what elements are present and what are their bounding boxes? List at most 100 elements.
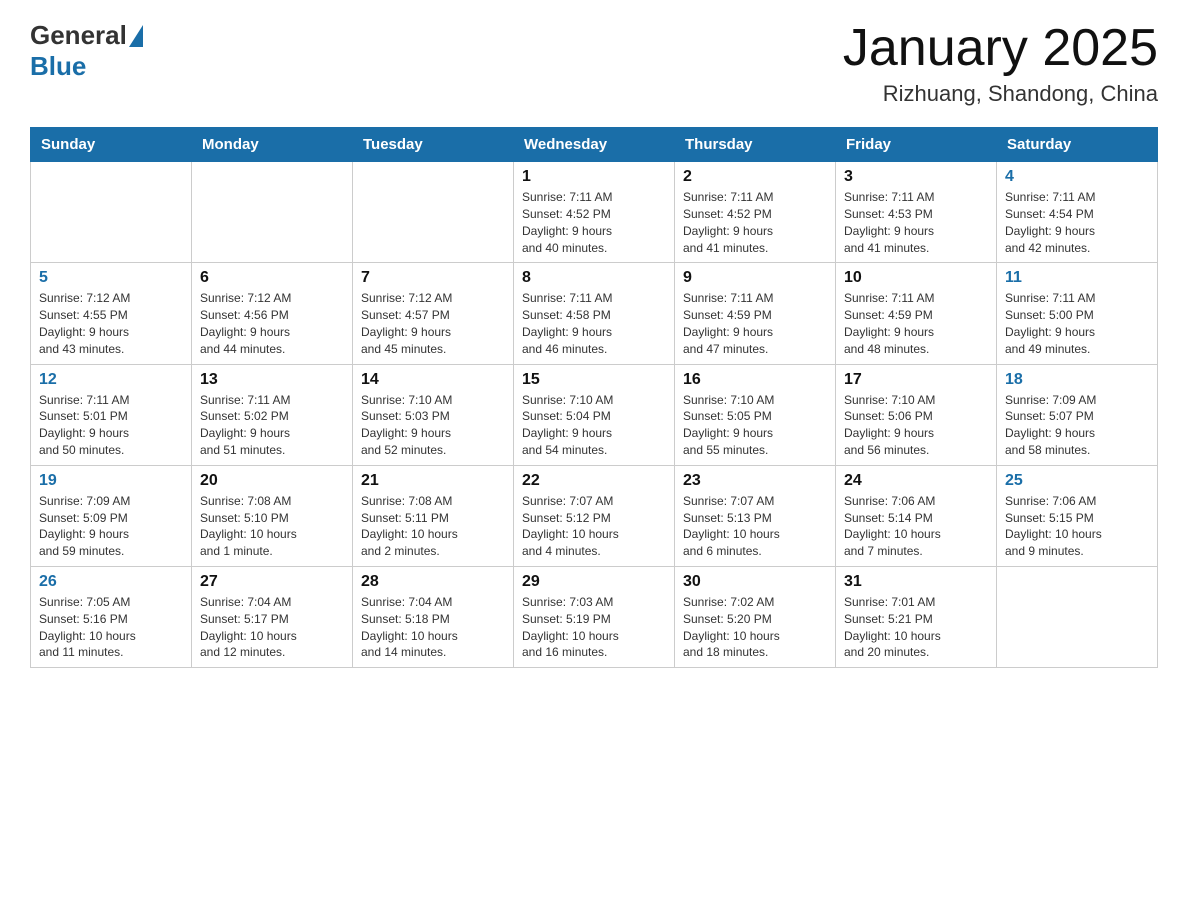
day-number: 11 [1005, 269, 1149, 287]
calendar-cell: 18Sunrise: 7:09 AM Sunset: 5:07 PM Dayli… [997, 364, 1158, 465]
weekday-header-row: Sunday Monday Tuesday Wednesday Thursday… [31, 128, 1158, 162]
calendar-title: January 2025 [843, 20, 1158, 77]
day-info: Sunrise: 7:10 AM Sunset: 5:04 PM Dayligh… [522, 392, 666, 459]
day-number: 21 [361, 472, 505, 490]
day-number: 31 [844, 573, 988, 591]
day-info: Sunrise: 7:11 AM Sunset: 5:02 PM Dayligh… [200, 392, 344, 459]
day-number: 6 [200, 269, 344, 287]
calendar-cell [353, 162, 514, 263]
header-sunday: Sunday [31, 128, 192, 162]
day-number: 1 [522, 168, 666, 186]
day-info: Sunrise: 7:11 AM Sunset: 4:58 PM Dayligh… [522, 290, 666, 357]
day-number: 9 [683, 269, 827, 287]
day-number: 5 [39, 269, 183, 287]
calendar-cell: 11 Sunrise: 7:11 AM Sunset: 5:00 PM Dayli… [997, 263, 1158, 364]
calendar-cell: 22Sunrise: 7:07 AM Sunset: 5:12 PM Dayli… [514, 465, 675, 566]
calendar-cell: 23Sunrise: 7:07 AM Sunset: 5:13 PM Dayli… [675, 465, 836, 566]
logo-blue-text: Blue [30, 51, 86, 82]
day-info: Sunrise: 7:05 AM Sunset: 5:16 PM Dayligh… [39, 594, 183, 661]
header-tuesday: Tuesday [353, 128, 514, 162]
calendar-cell [31, 162, 192, 263]
day-info: Sunrise: 7:11 AM Sunset: 5:00 PM Dayligh… [1005, 290, 1149, 357]
day-number: 30 [683, 573, 827, 591]
day-info: Sunrise: 7:11 AM Sunset: 4:54 PM Dayligh… [1005, 189, 1149, 256]
day-number: 17 [844, 371, 988, 389]
day-info: Sunrise: 7:04 AM Sunset: 5:17 PM Dayligh… [200, 594, 344, 661]
logo-general-text: General [30, 20, 127, 51]
calendar-cell: 8 Sunrise: 7:11 AM Sunset: 4:58 PM Daylig… [514, 263, 675, 364]
calendar-cell: 12Sunrise: 7:11 AM Sunset: 5:01 PM Dayli… [31, 364, 192, 465]
calendar-cell: 21 Sunrise: 7:08 AM Sunset: 5:11 PM Dayli… [353, 465, 514, 566]
calendar-cell: 15 Sunrise: 7:10 AM Sunset: 5:04 PM Dayli… [514, 364, 675, 465]
calendar-cell: 9 Sunrise: 7:11 AM Sunset: 4:59 PM Daylig… [675, 263, 836, 364]
day-number: 19 [39, 472, 183, 490]
day-info: Sunrise: 7:10 AM Sunset: 5:03 PM Dayligh… [361, 392, 505, 459]
calendar-cell: 1 Sunrise: 7:11 AM Sunset: 4:52 PM Daylig… [514, 162, 675, 263]
day-info: Sunrise: 7:11 AM Sunset: 4:52 PM Dayligh… [522, 189, 666, 256]
calendar-week-row: 5 Sunrise: 7:12 AM Sunset: 4:55 PM Daylig… [31, 263, 1158, 364]
logo-triangle-icon [129, 25, 143, 47]
day-info: Sunrise: 7:03 AM Sunset: 5:19 PM Dayligh… [522, 594, 666, 661]
calendar-cell: 26 Sunrise: 7:05 AM Sunset: 5:16 PM Dayli… [31, 566, 192, 667]
day-number: 10 [844, 269, 988, 287]
day-number: 29 [522, 573, 666, 591]
day-info: Sunrise: 7:02 AM Sunset: 5:20 PM Dayligh… [683, 594, 827, 661]
calendar-cell: 6Sunrise: 7:12 AM Sunset: 4:56 PM Daylig… [192, 263, 353, 364]
day-number: 8 [522, 269, 666, 287]
calendar-cell: 25Sunrise: 7:06 AM Sunset: 5:15 PM Dayli… [997, 465, 1158, 566]
calendar-week-row: 1 Sunrise: 7:11 AM Sunset: 4:52 PM Daylig… [31, 162, 1158, 263]
day-number: 24 [844, 472, 988, 490]
calendar-cell: 4 Sunrise: 7:11 AM Sunset: 4:54 PM Daylig… [997, 162, 1158, 263]
day-info: Sunrise: 7:10 AM Sunset: 5:06 PM Dayligh… [844, 392, 988, 459]
header-monday: Monday [192, 128, 353, 162]
calendar-cell [192, 162, 353, 263]
calendar-week-row: 12Sunrise: 7:11 AM Sunset: 5:01 PM Dayli… [31, 364, 1158, 465]
day-info: Sunrise: 7:07 AM Sunset: 5:12 PM Dayligh… [522, 493, 666, 560]
logo: General Blue [30, 20, 143, 82]
day-number: 28 [361, 573, 505, 591]
day-info: Sunrise: 7:06 AM Sunset: 5:15 PM Dayligh… [1005, 493, 1149, 560]
calendar-cell: 20Sunrise: 7:08 AM Sunset: 5:10 PM Dayli… [192, 465, 353, 566]
day-info: Sunrise: 7:10 AM Sunset: 5:05 PM Dayligh… [683, 392, 827, 459]
day-number: 15 [522, 371, 666, 389]
day-number: 4 [1005, 168, 1149, 186]
day-info: Sunrise: 7:12 AM Sunset: 4:55 PM Dayligh… [39, 290, 183, 357]
calendar-cell: 29 Sunrise: 7:03 AM Sunset: 5:19 PM Dayli… [514, 566, 675, 667]
header-friday: Friday [836, 128, 997, 162]
day-info: Sunrise: 7:11 AM Sunset: 4:53 PM Dayligh… [844, 189, 988, 256]
day-info: Sunrise: 7:08 AM Sunset: 5:10 PM Dayligh… [200, 493, 344, 560]
day-info: Sunrise: 7:09 AM Sunset: 5:07 PM Dayligh… [1005, 392, 1149, 459]
calendar-cell: 17 Sunrise: 7:10 AM Sunset: 5:06 PM Dayli… [836, 364, 997, 465]
day-info: Sunrise: 7:09 AM Sunset: 5:09 PM Dayligh… [39, 493, 183, 560]
calendar-cell [997, 566, 1158, 667]
calendar-cell: 16 Sunrise: 7:10 AM Sunset: 5:05 PM Dayli… [675, 364, 836, 465]
calendar-cell: 2Sunrise: 7:11 AM Sunset: 4:52 PM Daylig… [675, 162, 836, 263]
day-info: Sunrise: 7:12 AM Sunset: 4:57 PM Dayligh… [361, 290, 505, 357]
calendar-cell: 19 Sunrise: 7:09 AM Sunset: 5:09 PM Dayli… [31, 465, 192, 566]
day-number: 16 [683, 371, 827, 389]
calendar-cell: 5 Sunrise: 7:12 AM Sunset: 4:55 PM Daylig… [31, 263, 192, 364]
calendar-cell: 24 Sunrise: 7:06 AM Sunset: 5:14 PM Dayli… [836, 465, 997, 566]
calendar-cell: 13Sunrise: 7:11 AM Sunset: 5:02 PM Dayli… [192, 364, 353, 465]
day-info: Sunrise: 7:08 AM Sunset: 5:11 PM Dayligh… [361, 493, 505, 560]
calendar-week-row: 19 Sunrise: 7:09 AM Sunset: 5:09 PM Dayli… [31, 465, 1158, 566]
title-area: January 2025 Rizhuang, Shandong, China [843, 20, 1158, 107]
calendar-cell: 31Sunrise: 7:01 AM Sunset: 5:21 PM Dayli… [836, 566, 997, 667]
calendar-cell: 3Sunrise: 7:11 AM Sunset: 4:53 PM Daylig… [836, 162, 997, 263]
day-number: 23 [683, 472, 827, 490]
day-number: 27 [200, 573, 344, 591]
calendar-cell: 10 Sunrise: 7:11 AM Sunset: 4:59 PM Dayli… [836, 263, 997, 364]
day-info: Sunrise: 7:04 AM Sunset: 5:18 PM Dayligh… [361, 594, 505, 661]
day-info: Sunrise: 7:11 AM Sunset: 5:01 PM Dayligh… [39, 392, 183, 459]
calendar-cell: 14Sunrise: 7:10 AM Sunset: 5:03 PM Dayli… [353, 364, 514, 465]
header-thursday: Thursday [675, 128, 836, 162]
day-info: Sunrise: 7:11 AM Sunset: 4:59 PM Dayligh… [683, 290, 827, 357]
calendar-cell: 27 Sunrise: 7:04 AM Sunset: 5:17 PM Dayli… [192, 566, 353, 667]
calendar-cell: 7Sunrise: 7:12 AM Sunset: 4:57 PM Daylig… [353, 263, 514, 364]
calendar-location: Rizhuang, Shandong, China [843, 81, 1158, 107]
day-number: 26 [39, 573, 183, 591]
day-info: Sunrise: 7:11 AM Sunset: 4:59 PM Dayligh… [844, 290, 988, 357]
day-info: Sunrise: 7:06 AM Sunset: 5:14 PM Dayligh… [844, 493, 988, 560]
page-header: General Blue January 2025 Rizhuang, Shan… [30, 20, 1158, 107]
day-number: 2 [683, 168, 827, 186]
